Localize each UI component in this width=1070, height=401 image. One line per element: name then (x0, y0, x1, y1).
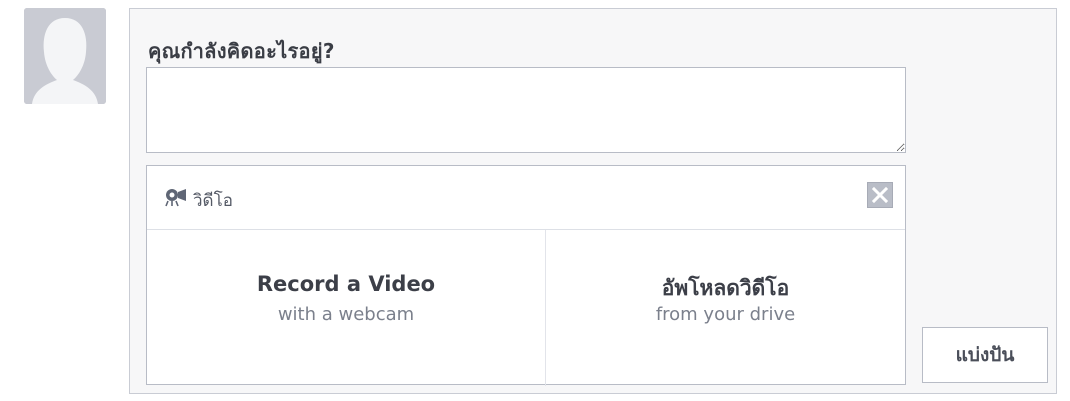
video-panel-title: วิดีโอ (193, 191, 233, 211)
default-avatar-silhouette (24, 8, 106, 104)
record-video-subtitle: with a webcam (277, 304, 415, 325)
composer-prompt: คุณกำลังคิดอะไรอยู่? (148, 39, 335, 63)
share-button[interactable]: แบ่งปัน (922, 327, 1048, 383)
record-video-option[interactable]: Record a Video with a webcam (147, 230, 545, 386)
close-icon (868, 183, 892, 207)
upload-video-subtitle: from your drive (655, 304, 796, 325)
video-panel-header: วิดีโอ (147, 166, 905, 230)
close-video-panel-button[interactable] (867, 182, 893, 208)
video-camera-icon (163, 187, 189, 207)
avatar (24, 8, 106, 104)
upload-video-title: อัพโหลดวิดีโอ (661, 276, 790, 300)
status-input[interactable] (146, 67, 906, 153)
upload-video-option[interactable]: อัพโหลดวิดีโอ from your drive (546, 230, 905, 386)
video-panel: วิดีโอ Record a Video with a webcam อัพโ… (146, 165, 906, 386)
status-composer: คุณกำลังคิดอะไรอยู่? วิดีโอ Record a Vid… (129, 8, 1057, 394)
record-video-title: Record a Video (256, 272, 436, 296)
